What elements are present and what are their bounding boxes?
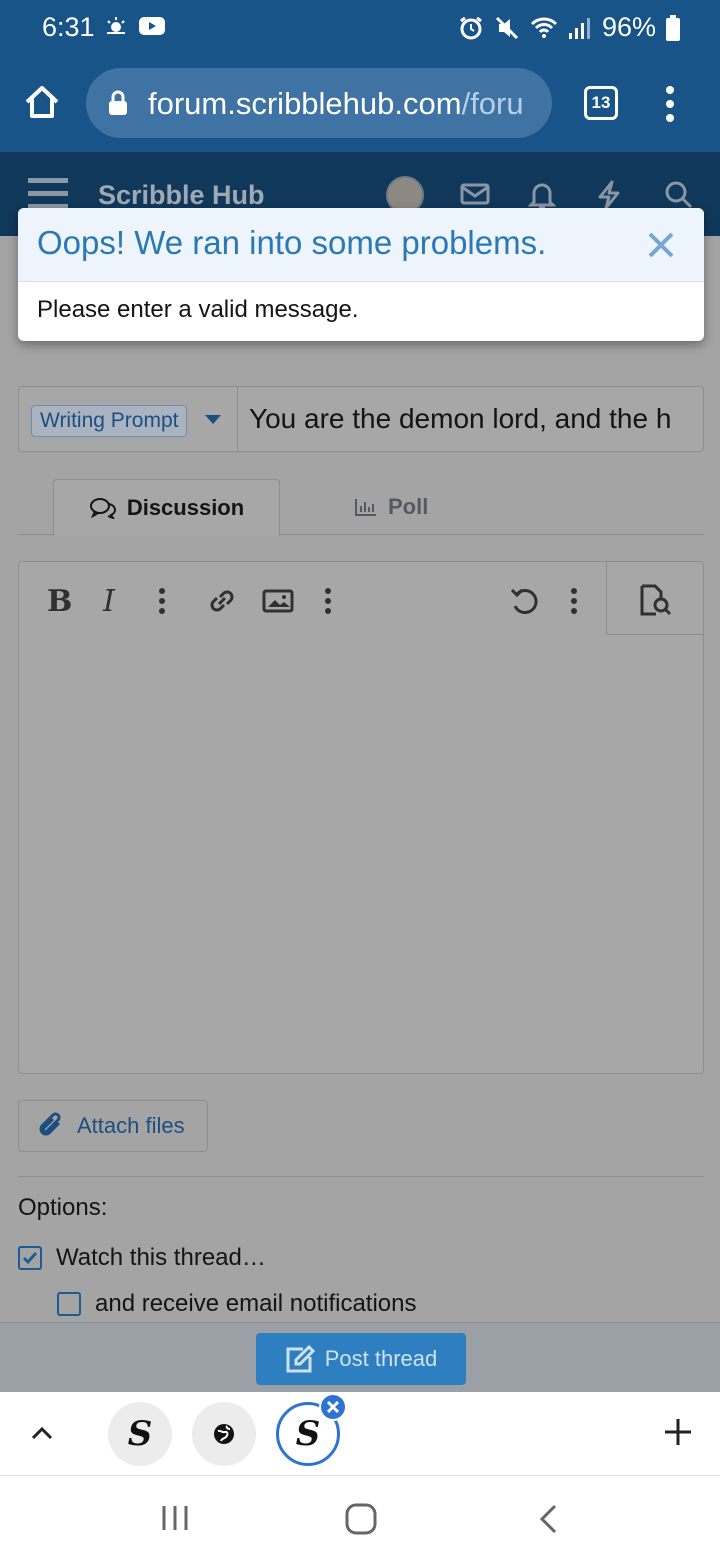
undo-icon[interactable] — [509, 584, 541, 618]
italic-button[interactable]: I — [103, 584, 115, 619]
search-icon[interactable] — [664, 180, 694, 210]
error-dialog-header: Oops! We ran into some problems. — [18, 208, 704, 282]
divider — [237, 387, 238, 451]
email-notify-checkbox[interactable] — [57, 1292, 81, 1316]
new-thread-form: Writing Prompt You are the demon lord, a… — [0, 236, 720, 1322]
home-icon[interactable] — [22, 82, 62, 122]
address-bar[interactable]: forum.scribblehub.com/foru — [86, 68, 552, 138]
title-input[interactable]: You are the demon lord, and the h — [249, 403, 695, 435]
chevron-up-icon[interactable] — [28, 1418, 56, 1448]
home-nav-icon[interactable] — [344, 1502, 378, 1536]
watch-thread-checkbox[interactable] — [18, 1246, 42, 1270]
preview-icon — [640, 584, 672, 616]
url-text: forum.scribblehub.com/foru — [148, 86, 540, 122]
attach-files-button[interactable]: Attach files — [18, 1100, 208, 1152]
site-logo[interactable]: Scribble Hub — [98, 180, 265, 211]
tab-discussion[interactable]: Discussion — [53, 479, 280, 536]
status-bar: 6:31 96% — [0, 0, 720, 54]
form-footer: Post thread — [0, 1322, 720, 1392]
message-editor[interactable]: B I — [18, 561, 704, 1074]
error-dialog: Oops! We ran into some problems. Please … — [18, 208, 704, 341]
close-tab-icon[interactable] — [319, 1393, 347, 1421]
checkmark-icon — [22, 1252, 38, 1265]
email-notify-option[interactable]: and receive email notifications — [57, 1290, 417, 1318]
watch-thread-option[interactable]: Watch this thread… — [18, 1244, 266, 1272]
mute-icon — [495, 16, 519, 39]
url-path: /foru — [461, 86, 524, 121]
tab-thumbnail-globe[interactable] — [192, 1402, 256, 1466]
system-nav-bar — [0, 1476, 720, 1560]
youtube-icon — [139, 17, 165, 35]
bell-icon[interactable] — [528, 180, 556, 210]
link-icon[interactable] — [205, 584, 239, 618]
scribblehub-logo-icon: 𝑺 — [127, 1414, 153, 1454]
edit-icon — [286, 1345, 315, 1373]
tab-thumbnail-scribblehub[interactable]: 𝑺 — [108, 1402, 172, 1466]
hamburger-menu-icon[interactable] — [28, 176, 68, 210]
globe-icon — [214, 1424, 234, 1444]
watch-thread-label: Watch this thread… — [56, 1244, 266, 1271]
comments-icon — [89, 498, 116, 519]
prefix-label[interactable]: Writing Prompt — [31, 405, 188, 437]
more-text-options-icon[interactable] — [155, 584, 169, 618]
post-thread-label: Post thread — [324, 1346, 438, 1371]
inbox-icon[interactable] — [460, 180, 490, 208]
browser-menu-icon[interactable] — [660, 84, 680, 124]
wifi-icon — [530, 17, 558, 38]
recent-apps-icon[interactable] — [160, 1502, 190, 1534]
options-label: Options: — [18, 1194, 108, 1221]
lightning-icon[interactable] — [596, 180, 622, 210]
clock: 6:31 — [42, 12, 95, 42]
thread-title-row: Writing Prompt You are the demon lord, a… — [18, 386, 704, 452]
email-notify-label: and receive email notifications — [95, 1290, 417, 1317]
tab-switcher-button[interactable]: 13 — [584, 86, 618, 120]
more-options-icon[interactable] — [567, 584, 581, 618]
tab-poll[interactable]: Poll — [354, 479, 428, 535]
tab-thumbnail-scribblehub-active[interactable]: 𝑺 — [276, 1393, 347, 1466]
new-tab-icon[interactable] — [662, 1416, 694, 1448]
battery-icon — [666, 14, 680, 41]
close-icon[interactable] — [646, 230, 676, 260]
post-thread-button[interactable]: Post thread — [256, 1333, 466, 1385]
browser-toolbar: forum.scribblehub.com/foru 13 — [0, 54, 720, 152]
bold-button[interactable]: B — [47, 584, 72, 619]
editor-tabs: Discussion Poll — [18, 479, 704, 536]
image-icon[interactable] — [262, 584, 294, 618]
more-insert-options-icon[interactable] — [321, 584, 335, 618]
signal-icon — [568, 17, 590, 39]
paperclip-icon — [39, 1112, 61, 1136]
attach-files-label: Attach files — [77, 1113, 185, 1138]
alarm-icon — [460, 16, 482, 39]
error-dialog-message: Please enter a valid message. — [37, 296, 359, 323]
error-dialog-title: Oops! We ran into some problems. — [37, 224, 547, 261]
url-host: forum.scribblehub.com — [148, 86, 462, 121]
tab-discussion-label: Discussion — [126, 495, 245, 520]
weather-icon — [107, 17, 125, 34]
chevron-down-icon[interactable] — [205, 415, 221, 424]
battery-percent: 96% — [601, 12, 656, 42]
browser-tab-strip: 𝑺 𝑺 — [0, 1392, 720, 1476]
options-divider — [18, 1176, 704, 1177]
preview-toggle[interactable] — [606, 562, 703, 635]
lock-icon — [109, 90, 127, 115]
poll-icon — [355, 499, 376, 516]
back-icon[interactable] — [536, 1502, 560, 1536]
scribblehub-logo-icon: 𝑺 — [295, 1414, 321, 1454]
tab-poll-label: Poll — [388, 494, 429, 519]
